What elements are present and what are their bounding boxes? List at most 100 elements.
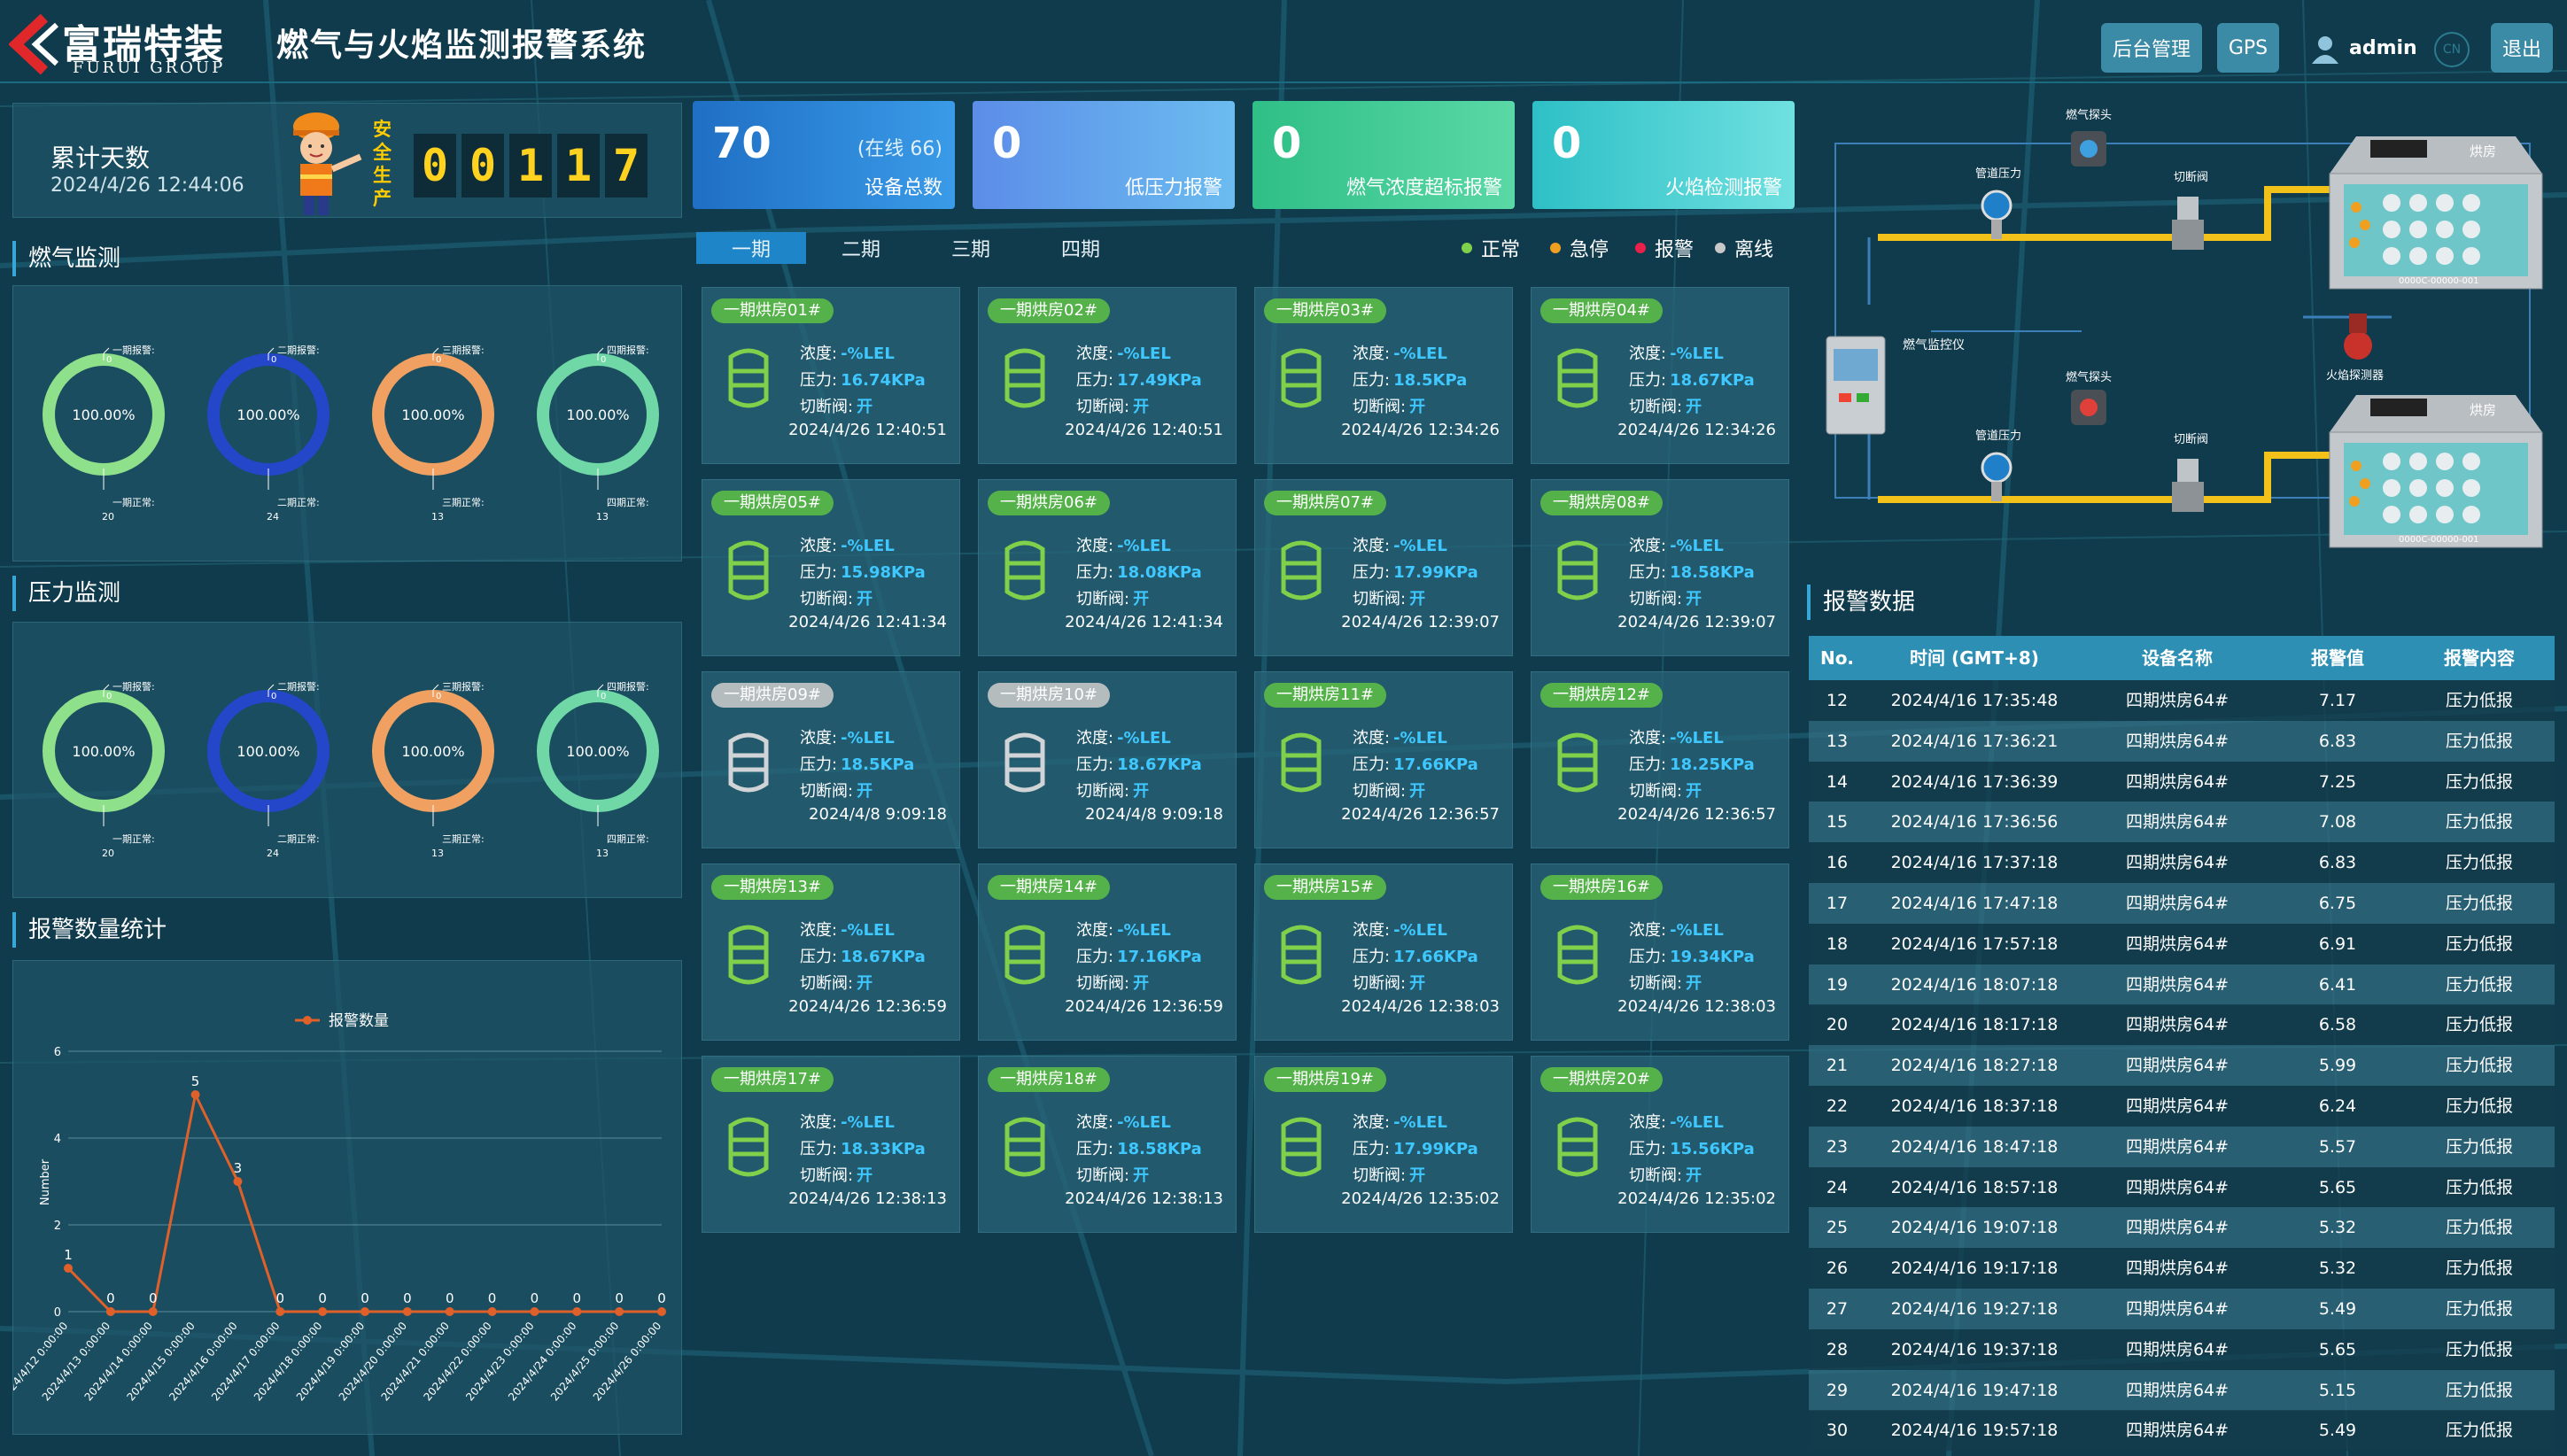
device-card[interactable]: 一期烘房20# 浓度: -%LEL 压力: 15.56KPa 切断阀: 开 2024/4/26… xyxy=(1531,1056,1789,1233)
device-card[interactable]: 一期烘房05# 浓度: -%LEL 压力: 15.98KPa 切断阀: 开 2024/4/26… xyxy=(702,479,960,656)
device-card[interactable]: 一期烘房02# 浓度: -%LEL 压力: 17.49KPa 切断阀: 开 2024/4/26… xyxy=(978,287,1237,464)
device-card[interactable]: 一期烘房15# 浓度: -%LEL 压力: 17.66KPa 切断阀: 开 2024/4/26… xyxy=(1254,864,1513,1041)
valve-value: 开 xyxy=(1133,398,1150,416)
device-card[interactable]: 一期烘房18# 浓度: -%LEL 压力: 18.58KPa 切断阀: 开 2024/4/26… xyxy=(978,1056,1237,1233)
table-row[interactable]: 20 2024/4/16 18:17:18 四期烘房64# 6.58 压力低报 xyxy=(1809,1004,2555,1046)
gas-tank-icon xyxy=(728,925,769,985)
gauge-normal-count: 13 xyxy=(596,511,609,523)
device-card[interactable]: 一期烘房10# 浓度: -%LEL 压力: 18.67KPa 切断阀: 开 2024/4/8 … xyxy=(978,671,1237,848)
table-row[interactable]: 15 2024/4/16 17:36:56 四期烘房64# 7.08 压力低报 xyxy=(1809,802,2555,843)
tab-phase-4[interactable]: 四期 xyxy=(1026,232,1136,264)
concentration-row: 浓度: -%LEL xyxy=(1353,1110,1447,1133)
language-icon[interactable]: CN xyxy=(2434,32,2470,67)
device-card[interactable]: 一期烘房08# 浓度: -%LEL 压力: 18.58KPa 切断阀: 开 2024/4/26… xyxy=(1531,479,1789,656)
stat-low-pressure[interactable]: 0 低压力报警 xyxy=(973,101,1235,209)
gauge-alarm-count: 0 xyxy=(271,355,277,365)
table-row[interactable]: 23 2024/4/16 18:47:18 四期烘房64# 5.57 压力低报 xyxy=(1809,1126,2555,1167)
alarm-data-table: No. 时间 (GMT+8) 设备名称 报警值 报警内容 12 2024/4/16… xyxy=(1809,636,2555,1452)
col-device[interactable]: 设备名称 xyxy=(2083,636,2271,680)
table-row[interactable]: 25 2024/4/16 19:07:18 四期烘房64# 5.32 压力低报 xyxy=(1809,1207,2555,1249)
table-row[interactable]: 30 2024/4/16 19:57:18 四期烘房64# 5.49 压力低报 xyxy=(1809,1410,2555,1452)
gauge-alarm-label: 四期报警: xyxy=(607,345,649,356)
table-row[interactable]: 13 2024/4/16 17:36:21 四期烘房64# 6.83 压力低报 xyxy=(1809,720,2555,762)
device-card[interactable]: 一期烘房07# 浓度: -%LEL 压力: 17.99KPa 切断阀: 开 2024/4/26… xyxy=(1254,479,1513,656)
table-row[interactable]: 16 2024/4/16 17:37:18 四期烘房64# 6.83 压力低报 xyxy=(1809,842,2555,884)
device-name-badge: 一期烘房11# xyxy=(1264,683,1386,708)
cell-time: 2024/4/16 18:07:18 xyxy=(1890,974,2059,995)
device-timestamp: 2024/4/8 9:09:18 xyxy=(1085,805,1223,824)
cell-no: 30 xyxy=(1826,1421,1849,1441)
table-row[interactable]: 27 2024/4/16 19:27:18 四期烘房64# 5.49 压力低报 xyxy=(1809,1289,2555,1329)
gauge-normal-count: 20 xyxy=(102,511,114,523)
device-card[interactable]: 一期烘房16# 浓度: -%LEL 压力: 19.34KPa 切断阀: 开 2024/4/26… xyxy=(1531,864,1789,1041)
pressure-value: 18.58KPa xyxy=(1670,563,1755,582)
logout-button[interactable]: 退出 xyxy=(2491,23,2553,73)
device-card[interactable]: 一期烘房01# 浓度: -%LEL 压力: 16.74KPa 切断阀: 开 2024/4/26… xyxy=(702,287,960,464)
valve-row: 切断阀: 开 xyxy=(800,1163,872,1186)
table-row[interactable]: 24 2024/4/16 18:57:18 四期烘房64# 5.65 压力低报 xyxy=(1809,1166,2555,1208)
pressure-row: 压力: 17.66KPa xyxy=(1353,752,1478,775)
tab-phase-3[interactable]: 三期 xyxy=(916,232,1026,264)
flame-detector-label: 火焰探测器 xyxy=(2326,369,2384,383)
table-row[interactable]: 18 2024/4/16 17:57:18 四期烘房64# 6.91 压力低报 xyxy=(1809,923,2555,964)
valve-value: 开 xyxy=(1409,1166,1426,1185)
admin-panel-button[interactable]: 后台管理 xyxy=(2101,23,2202,73)
device-card[interactable]: 一期烘房14# 浓度: -%LEL 压力: 17.16KPa 切断阀: 开 2024/4/26… xyxy=(978,864,1237,1041)
col-content[interactable]: 报警内容 xyxy=(2404,636,2555,680)
stat-flame-alarm[interactable]: 0 火焰检测报警 xyxy=(1532,101,1795,209)
cell-no: 21 xyxy=(1826,1056,1849,1076)
device-card[interactable]: 一期烘房03# 浓度: -%LEL 压力: 18.5KPa 切断阀: 开 2024/4/26 … xyxy=(1254,287,1513,464)
device-card[interactable]: 一期烘房06# 浓度: -%LEL 压力: 18.08KPa 切断阀: 开 2024/4/26… xyxy=(978,479,1237,656)
device-timestamp: 2024/4/26 12:38:03 xyxy=(1617,997,1776,1016)
table-row[interactable]: 22 2024/4/16 18:37:18 四期烘房64# 6.24 压力低报 xyxy=(1809,1086,2555,1127)
pressure-label: 压力: xyxy=(1629,371,1667,390)
device-card[interactable]: 一期烘房04# 浓度: -%LEL 压力: 18.67KPa 切断阀: 开 2024/4/26… xyxy=(1531,287,1789,464)
table-row[interactable]: 12 2024/4/16 17:35:48 四期烘房64# 7.17 压力低报 xyxy=(1809,680,2555,721)
device-card[interactable]: 一期烘房13# 浓度: -%LEL 压力: 18.67KPa 切断阀: 开 2024/4/26… xyxy=(702,864,960,1041)
table-row[interactable]: 28 2024/4/16 19:37:18 四期烘房64# 5.65 压力低报 xyxy=(1809,1328,2555,1370)
concentration-label: 浓度: xyxy=(800,729,838,747)
valve-value: 开 xyxy=(1409,974,1426,993)
concentration-value: -%LEL xyxy=(1117,1113,1171,1132)
table-row[interactable]: 29 2024/4/16 19:47:18 四期烘房64# 5.15 压力低报 xyxy=(1809,1369,2555,1411)
pressure-label: 压力: xyxy=(1076,755,1114,774)
concentration-value: -%LEL xyxy=(1117,537,1171,555)
device-card[interactable]: 一期烘房12# 浓度: -%LEL 压力: 18.25KPa 切断阀: 开 2024/4/26… xyxy=(1531,671,1789,848)
table-row[interactable]: 17 2024/4/16 17:47:18 四期烘房64# 6.75 压力低报 xyxy=(1809,883,2555,924)
col-no[interactable]: No. xyxy=(1809,636,1865,680)
flame-detector-icon xyxy=(2344,314,2372,360)
stat-gas-alarm[interactable]: 0 燃气浓度超标报警 xyxy=(1252,101,1515,209)
gas-tank-icon xyxy=(1004,1117,1045,1177)
pressure-row: 压力: 17.66KPa xyxy=(1353,944,1478,967)
stat-device-total[interactable]: 70 (在线 66) 设备总数 xyxy=(693,101,955,209)
gas-tank-icon xyxy=(1281,540,1322,600)
table-row[interactable]: 19 2024/4/16 18:07:18 四期烘房64# 6.41 压力低报 xyxy=(1809,964,2555,1005)
valve-row: 切断阀: 开 xyxy=(1629,394,1702,417)
gauge-normal-count: 13 xyxy=(431,511,444,523)
concentration-value: -%LEL xyxy=(841,921,895,940)
device-card[interactable]: 一期烘房17# 浓度: -%LEL 压力: 18.33KPa 切断阀: 开 2024/4/26… xyxy=(702,1056,960,1233)
tab-phase-1[interactable]: 一期 xyxy=(696,232,806,264)
col-time[interactable]: 时间 (GMT+8) xyxy=(1865,636,2083,680)
cell-value: 7.08 xyxy=(2318,812,2357,833)
gauge-normal-label: 二期正常: xyxy=(277,497,320,508)
valve-value: 开 xyxy=(857,590,873,608)
user-name[interactable]: admin xyxy=(2349,37,2417,59)
device-card[interactable]: 一期烘房19# 浓度: -%LEL 压力: 17.99KPa 切断阀: 开 2024/4/26… xyxy=(1254,1056,1513,1233)
concentration-value: -%LEL xyxy=(1670,729,1724,747)
gauge-alarm-count: 0 xyxy=(106,692,112,701)
concentration-row: 浓度: -%LEL xyxy=(1629,918,1724,941)
tab-phase-2[interactable]: 二期 xyxy=(806,232,916,264)
table-row[interactable]: 21 2024/4/16 18:27:18 四期烘房64# 5.99 压力低报 xyxy=(1809,1045,2555,1087)
pressure-label: 压力: xyxy=(1353,755,1391,774)
gps-button[interactable]: GPS xyxy=(2217,23,2279,73)
concentration-value: -%LEL xyxy=(1117,345,1171,363)
col-value[interactable]: 报警值 xyxy=(2271,636,2404,680)
device-card[interactable]: 一期烘房09# 浓度: -%LEL 压力: 18.5KPa 切断阀: 开 2024/4/8 9… xyxy=(702,671,960,848)
table-row[interactable]: 26 2024/4/16 19:17:18 四期烘房64# 5.32 压力低报 xyxy=(1809,1248,2555,1289)
concentration-label: 浓度: xyxy=(1353,729,1391,747)
pressure-value: 18.67KPa xyxy=(1670,371,1755,390)
valve-label: 切断阀: xyxy=(1076,590,1130,608)
device-card[interactable]: 一期烘房11# 浓度: -%LEL 压力: 17.66KPa 切断阀: 开 2024/4/26… xyxy=(1254,671,1513,848)
table-row[interactable]: 14 2024/4/16 17:36:39 四期烘房64# 7.25 压力低报 xyxy=(1809,761,2555,802)
